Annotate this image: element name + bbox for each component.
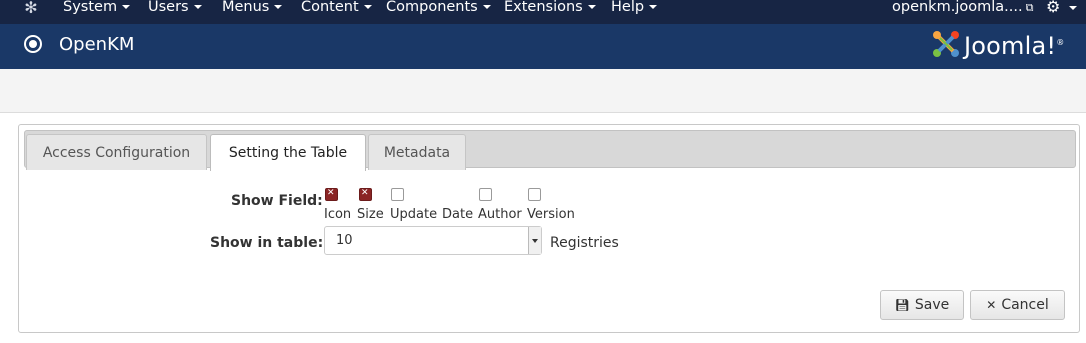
close-icon: ✕ <box>986 298 997 312</box>
show-in-table-value: 10 <box>336 233 353 248</box>
show-in-table-label: Show in table: <box>210 235 324 251</box>
menu-system[interactable]: System <box>63 0 131 18</box>
external-link-icon: ⧉ <box>1025 1 1034 14</box>
cancel-button[interactable]: ✕ Cancel <box>970 290 1065 320</box>
page-title: OpenKM <box>59 34 135 55</box>
settings-panel: Access Configuration Setting the Table M… <box>18 124 1080 333</box>
chevron-down-icon[interactable] <box>1069 6 1077 10</box>
joomla-brand-text: Joomla!® <box>964 29 1064 60</box>
registries-label: Registries <box>550 235 619 251</box>
floppy-icon: 💾︎ <box>894 298 910 312</box>
menu-menus-label: Menus <box>222 0 270 15</box>
checkbox-author[interactable] <box>479 188 492 201</box>
site-link-label: openkm.joomla.... <box>892 0 1023 15</box>
field-label-icon: Icon <box>324 207 352 222</box>
menu-content-label: Content <box>301 0 359 15</box>
menu-extensions-label: Extensions <box>504 0 583 15</box>
checkbox-size[interactable] <box>359 187 372 201</box>
chevron-down-icon[interactable] <box>528 227 541 254</box>
chevron-down-icon <box>363 5 372 9</box>
show-in-table-select[interactable]: 10 <box>324 226 542 255</box>
site-link[interactable]: openkm.joomla.... ⧉ <box>892 0 1033 15</box>
chevron-down-icon <box>274 5 283 9</box>
menu-menus[interactable]: Menus <box>222 0 283 18</box>
menu-help-label: Help <box>611 0 645 15</box>
checkbox-icon[interactable] <box>325 187 338 201</box>
field-label-author: Author <box>478 207 522 222</box>
top-navbar: ✻ System Users Menus Content Components … <box>0 0 1086 24</box>
menu-components-label: Components <box>386 0 478 15</box>
gear-icon[interactable]: ⚙ <box>1046 0 1060 15</box>
tab-setting-the-table[interactable]: Setting the Table <box>210 134 366 171</box>
joomla-brand-icon <box>933 31 959 57</box>
show-field-label: Show Field: <box>231 193 323 209</box>
field-label-version: Version <box>527 207 575 222</box>
tab-metadata[interactable]: Metadata <box>368 134 466 170</box>
joomla-brand-name: Joomla! <box>964 32 1057 60</box>
field-label-date: Date <box>442 207 474 222</box>
menu-users-label: Users <box>148 0 189 15</box>
tab-strip: Access Configuration Setting the Table M… <box>24 130 1076 171</box>
chevron-down-icon <box>587 5 596 9</box>
field-label-size: Size <box>357 207 384 222</box>
field-label-update: Update <box>390 207 438 222</box>
chevron-down-icon <box>649 5 658 9</box>
menu-extensions[interactable]: Extensions <box>504 0 596 18</box>
tab-access-configuration[interactable]: Access Configuration <box>26 134 207 170</box>
joomla-logo-icon[interactable]: ✻ <box>21 0 41 18</box>
save-button[interactable]: 💾︎ Save <box>880 290 964 320</box>
chevron-down-icon <box>122 5 131 9</box>
menu-content[interactable]: Content <box>301 0 372 18</box>
toolbar-strip <box>0 69 1086 113</box>
menu-users[interactable]: Users <box>148 0 202 18</box>
registered-mark: ® <box>1056 38 1065 47</box>
chevron-down-icon <box>482 5 491 9</box>
checkbox-update[interactable] <box>391 188 404 201</box>
title-bar: OpenKM Joomla!® <box>0 24 1086 69</box>
menu-system-label: System <box>63 0 118 15</box>
save-button-label: Save <box>914 297 950 313</box>
checkbox-version[interactable] <box>528 188 541 201</box>
cancel-button-label: Cancel <box>1001 297 1049 313</box>
openkm-component-icon <box>24 35 42 53</box>
menu-components[interactable]: Components <box>386 0 491 18</box>
menu-help[interactable]: Help <box>611 0 658 18</box>
chevron-down-icon <box>193 5 202 9</box>
